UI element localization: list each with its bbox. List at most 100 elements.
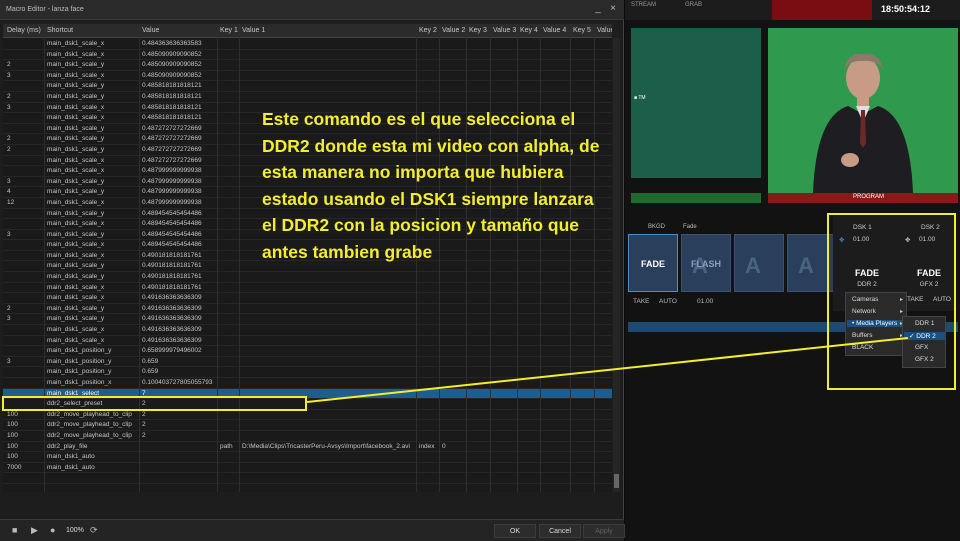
- table-cell[interactable]: ddr2_move_playhead_to_clip: [47, 432, 139, 439]
- table-cell[interactable]: main_dsk1_scale_x: [47, 241, 139, 248]
- table-row[interactable]: 2 main_dsk1_scale_y 0.485818181818121: [3, 92, 612, 103]
- table-cell[interactable]: path: [220, 443, 239, 450]
- table-cell[interactable]: main_dsk1_scale_x: [47, 157, 139, 164]
- transition-thumb-fade[interactable]: FADE: [628, 234, 678, 292]
- table-cell[interactable]: 2: [7, 61, 44, 68]
- table-cell[interactable]: main_dsk1_scale_y: [47, 210, 139, 217]
- column-header[interactable]: Key 4: [520, 27, 538, 34]
- table-cell[interactable]: 7000: [7, 464, 44, 471]
- table-cell[interactable]: 2: [7, 93, 44, 100]
- table-cell[interactable]: 3: [7, 231, 44, 238]
- table-cell[interactable]: main_dsk1_scale_x: [47, 167, 139, 174]
- table-row[interactable]: main_dsk1_scale_x 0.491636363636309: [3, 293, 612, 304]
- table-cell[interactable]: 2: [142, 411, 217, 418]
- auto-button[interactable]: AUTO: [659, 298, 677, 305]
- table-cell[interactable]: 0.485090909090852: [142, 72, 217, 79]
- table-cell[interactable]: 100: [7, 421, 44, 428]
- table-cell[interactable]: 0.491636363636309: [142, 294, 217, 301]
- table-cell[interactable]: main_dsk1_scale_x: [47, 252, 139, 259]
- table-row[interactable]: main_dsk1_position_x 0.100403727805055793: [3, 378, 612, 389]
- table-cell[interactable]: 100: [7, 453, 44, 460]
- table-row[interactable]: 3 main_dsk1_scale_y 0.491636363636309: [3, 314, 612, 326]
- table-cell[interactable]: 0.487999999999938: [142, 167, 217, 174]
- table-cell[interactable]: 0.490181818181761: [142, 252, 217, 259]
- column-header[interactable]: Value 3: [493, 27, 516, 34]
- table-cell[interactable]: 0.489454545454486: [142, 210, 217, 217]
- table-cell[interactable]: main_dsk1_scale_y: [47, 82, 139, 89]
- play-icon[interactable]: ▶: [31, 525, 38, 536]
- transition-duration[interactable]: 01.00: [697, 298, 713, 305]
- transition-thumb-flash[interactable]: A FLASH: [681, 234, 731, 292]
- table-row[interactable]: 3 main_dsk1_scale_x 0.485090909090852: [3, 71, 612, 82]
- table-row[interactable]: main_dsk1_scale_x 0.491636363636309: [3, 336, 612, 347]
- table-cell[interactable]: main_dsk1_position_y: [47, 358, 139, 365]
- stop-icon[interactable]: ■: [12, 525, 17, 535]
- table-cell[interactable]: main_dsk1_scale_y: [47, 305, 139, 312]
- table-cell[interactable]: 0.487272727272669: [142, 146, 217, 153]
- table-cell[interactable]: main_dsk1_scale_y: [47, 93, 139, 100]
- grab-label[interactable]: GRAB: [685, 2, 702, 8]
- table-cell[interactable]: 0.491636363636309: [142, 326, 217, 333]
- table-cell[interactable]: 0.490181818181761: [142, 273, 217, 280]
- ok-button[interactable]: OK: [494, 524, 536, 538]
- table-cell[interactable]: main_dsk1_scale_x: [47, 326, 139, 333]
- speed-value[interactable]: 100%: [66, 527, 84, 534]
- table-cell[interactable]: 0.658999979496002: [142, 347, 217, 354]
- table-cell[interactable]: 100: [7, 411, 44, 418]
- table-cell[interactable]: main_dsk1_scale_y: [47, 262, 139, 269]
- table-row[interactable]: 100 ddr2_move_playhead_to_clip 2: [3, 410, 612, 421]
- table-cell[interactable]: 0.485818181818121: [142, 114, 217, 121]
- table-row[interactable]: main_dsk1_position_y 0.659: [3, 367, 612, 378]
- table-cell[interactable]: main_dsk1_position_x: [47, 379, 139, 386]
- table-cell[interactable]: main_dsk1_scale_x: [47, 51, 139, 58]
- table-cell[interactable]: main_dsk1_scale_x: [47, 220, 139, 227]
- column-header[interactable]: Value: [142, 27, 159, 34]
- table-cell[interactable]: 0.485818181818121: [142, 93, 217, 100]
- table-cell[interactable]: 0.491636363636309: [142, 305, 217, 312]
- table-cell[interactable]: 0.484363636363583: [142, 40, 217, 47]
- table-cell[interactable]: main_dsk1_scale_x: [47, 199, 139, 206]
- table-row[interactable]: main_dsk1_scale_y 0.485818181818121: [3, 81, 612, 92]
- table-cell[interactable]: main_dsk1_scale_y: [47, 135, 139, 142]
- table-cell[interactable]: 0.487272727272669: [142, 157, 217, 164]
- record-indicator[interactable]: [772, 0, 872, 20]
- table-row[interactable]: [3, 473, 612, 484]
- table-cell[interactable]: 2: [7, 146, 44, 153]
- table-cell[interactable]: main_dsk1_scale_y: [47, 178, 139, 185]
- table-cell[interactable]: 2: [7, 305, 44, 312]
- table-cell[interactable]: main_dsk1_scale_y: [47, 61, 139, 68]
- cycle-icon[interactable]: ⟳: [90, 525, 98, 536]
- table-cell[interactable]: main_dsk1_auto: [47, 464, 139, 471]
- table-cell[interactable]: main_dsk1_scale_x: [47, 40, 139, 47]
- table-row[interactable]: main_dsk1_scale_x 0.484363636363583: [3, 39, 612, 50]
- table-cell[interactable]: 3: [7, 315, 44, 322]
- table-cell[interactable]: 0.487272727272669: [142, 135, 217, 142]
- table-row[interactable]: main_dsk1_position_y 0.658999979496002: [3, 346, 612, 357]
- table-cell[interactable]: ddr2_move_playhead_to_clip: [47, 421, 139, 428]
- table-cell[interactable]: 4: [7, 188, 44, 195]
- column-header[interactable]: Value 2: [442, 27, 465, 34]
- table-cell[interactable]: 0.491636363636309: [142, 337, 217, 344]
- table-row[interactable]: 100 ddr2_play_file path D:\Media\Clips\Tric…: [3, 442, 612, 453]
- table-row[interactable]: main_dsk1_scale_x 0.485090909090852: [3, 50, 612, 61]
- table-cell[interactable]: 0.485818181818121: [142, 82, 217, 89]
- table-cell[interactable]: 2: [142, 421, 217, 428]
- column-header[interactable]: Shortcut: [47, 27, 73, 34]
- vertical-scrollbar[interactable]: [613, 38, 620, 492]
- apply-button[interactable]: Apply: [583, 524, 625, 538]
- table-cell[interactable]: 0.485090909090852: [142, 51, 217, 58]
- table-cell[interactable]: 0.489454545454486: [142, 231, 217, 238]
- table-cell[interactable]: 3: [7, 72, 44, 79]
- table-cell[interactable]: 0.659: [142, 358, 217, 365]
- table-cell[interactable]: 3: [7, 104, 44, 111]
- table-row[interactable]: 2 main_dsk1_scale_y 0.485090909090852: [3, 60, 612, 71]
- table-cell[interactable]: D:\Media\Clips\TricasterPeru-Avsys\Impor…: [242, 443, 442, 450]
- column-header[interactable]: Key 5: [573, 27, 591, 34]
- table-cell[interactable]: main_dsk1_scale_x: [47, 114, 139, 121]
- table-cell[interactable]: 0.487999999999938: [142, 199, 217, 206]
- column-header[interactable]: Key 3: [469, 27, 487, 34]
- table-row[interactable]: 100 ddr2_move_playhead_to_clip 2: [3, 431, 612, 442]
- column-header[interactable]: Delay (ms): [7, 27, 41, 34]
- cancel-button[interactable]: Cancel: [539, 524, 581, 538]
- column-header[interactable]: Value: [597, 27, 612, 34]
